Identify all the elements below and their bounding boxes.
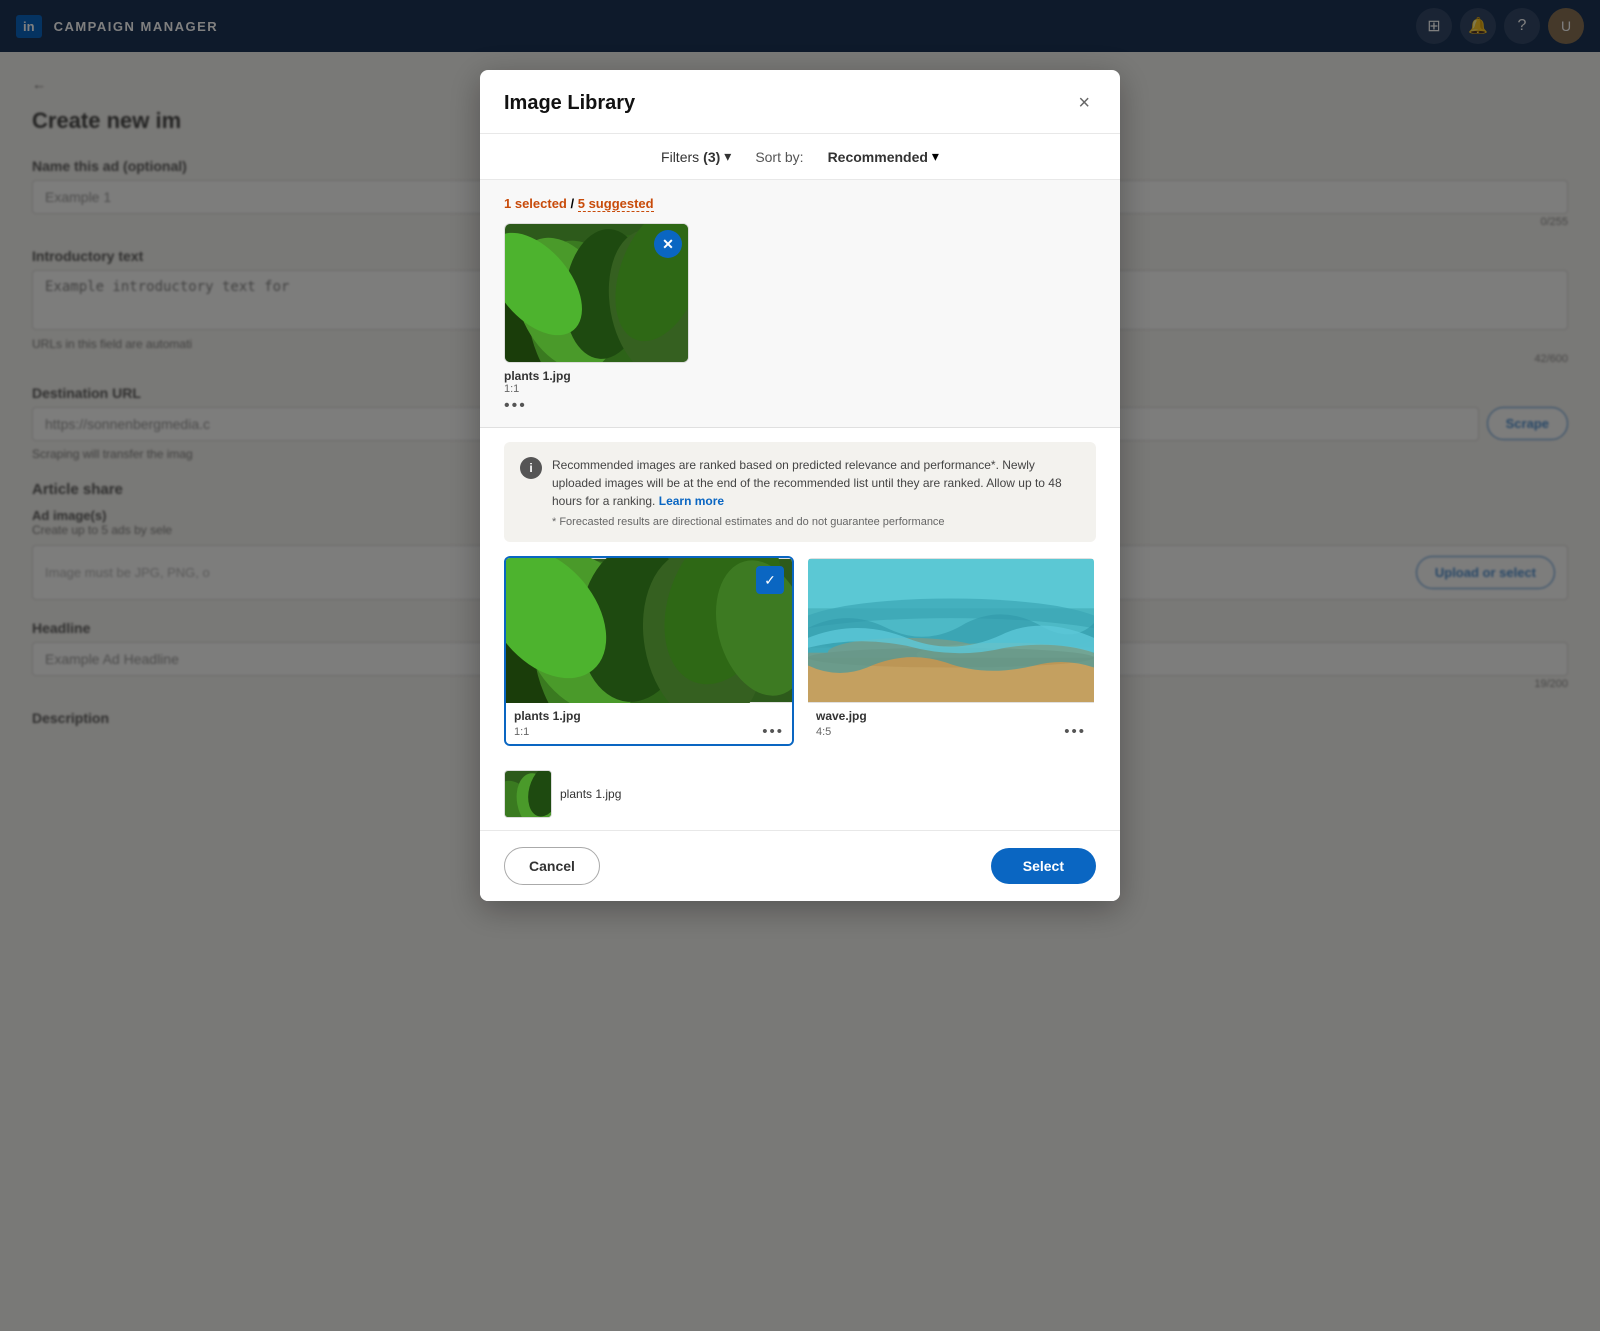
sortby-value: Recommended	[828, 149, 928, 165]
grid-image-item-wave[interactable]: wave.jpg 4:5 •••	[806, 556, 1096, 746]
info-content: Recommended images are ranked based on p…	[552, 456, 1080, 528]
modal-close-button[interactable]: ×	[1072, 90, 1096, 117]
grid-image-meta-plants: 1:1 •••	[514, 723, 784, 740]
selected-image-more-icon[interactable]: •••	[504, 397, 527, 415]
grid-image-item-plants[interactable]: ✓ plants 1.jpg 1:1 •••	[504, 556, 794, 746]
sortby-button[interactable]: Recommended ▾	[828, 148, 939, 165]
suggested-link[interactable]: 5 suggested	[578, 196, 654, 212]
selected-check-badge: ✓	[756, 566, 784, 594]
image-library-modal: Image Library × Filters (3) ▾ Sort by: R…	[480, 70, 1120, 901]
info-text: Recommended images are ranked based on p…	[552, 456, 1080, 510]
thumb-mini-plants	[505, 771, 552, 818]
grid-image-name-plants: plants 1.jpg	[514, 709, 784, 723]
cancel-button[interactable]: Cancel	[504, 847, 600, 885]
modal-filter-bar: Filters (3) ▾ Sort by: Recommended ▾	[480, 134, 1120, 180]
selected-images-row: ✕ plants 1.jpg 1:1 •••	[504, 223, 1096, 415]
info-footnote: * Forecasted results are directional est…	[552, 516, 1080, 528]
grid-more-wave[interactable]: •••	[1064, 723, 1086, 740]
grid-item-footer-wave: wave.jpg 4:5 •••	[808, 703, 1094, 744]
selected-count-text: 1 selected	[504, 196, 567, 211]
modal-footer: Cancel Select	[480, 830, 1120, 901]
remove-selected-image-button[interactable]: ✕	[654, 230, 682, 258]
selected-image-item: ✕ plants 1.jpg 1:1 •••	[504, 223, 689, 415]
grid-image-ratio-wave: 4:5	[816, 726, 831, 738]
grid-image-name-wave: wave.jpg	[816, 709, 1086, 723]
selected-count: 1 selected / 5 suggested	[504, 196, 1096, 211]
grid-image-ratio-plants: 1:1	[514, 726, 529, 738]
bottom-thumb-name: plants 1.jpg	[560, 787, 621, 801]
selected-section: 1 selected / 5 suggested	[480, 180, 1120, 428]
filters-button[interactable]: Filters (3) ▾	[661, 148, 731, 165]
bottom-thumb-image	[504, 770, 552, 818]
filter-chevron-icon: ▾	[724, 148, 731, 165]
sortby-chevron-icon: ▾	[932, 148, 939, 165]
modal-body: 1 selected / 5 suggested	[480, 180, 1120, 830]
select-button[interactable]: Select	[991, 848, 1096, 884]
modal-title: Image Library	[504, 92, 635, 115]
filter-count: (3)	[703, 149, 720, 165]
selected-image-wrap: ✕	[504, 223, 689, 363]
plants-thumbnail	[506, 558, 792, 703]
grid-image-meta-wave: 4:5 •••	[816, 723, 1086, 740]
wave-thumbnail	[808, 558, 1094, 703]
image-grid: ✓ plants 1.jpg 1:1 •••	[480, 556, 1120, 762]
selected-image-name: plants 1.jpg	[504, 369, 571, 383]
info-icon: i	[520, 457, 542, 479]
selected-image-ratio: 1:1	[504, 383, 519, 395]
slash-separator: /	[571, 196, 578, 211]
sortby-label: Sort by:	[755, 149, 803, 165]
grid-more-plants[interactable]: •••	[762, 723, 784, 740]
learn-more-link[interactable]: Learn more	[659, 494, 724, 508]
modal-overlay: Image Library × Filters (3) ▾ Sort by: R…	[0, 0, 1600, 1331]
info-box: i Recommended images are ranked based on…	[504, 442, 1096, 542]
modal-header: Image Library ×	[480, 70, 1120, 134]
page-background: ← Create new im Name this ad (optional) …	[0, 52, 1600, 1331]
grid-item-footer-plants: plants 1.jpg 1:1 •••	[506, 703, 792, 744]
bottom-thumbnail-area: plants 1.jpg	[480, 762, 1120, 830]
filters-label: Filters	[661, 149, 699, 165]
